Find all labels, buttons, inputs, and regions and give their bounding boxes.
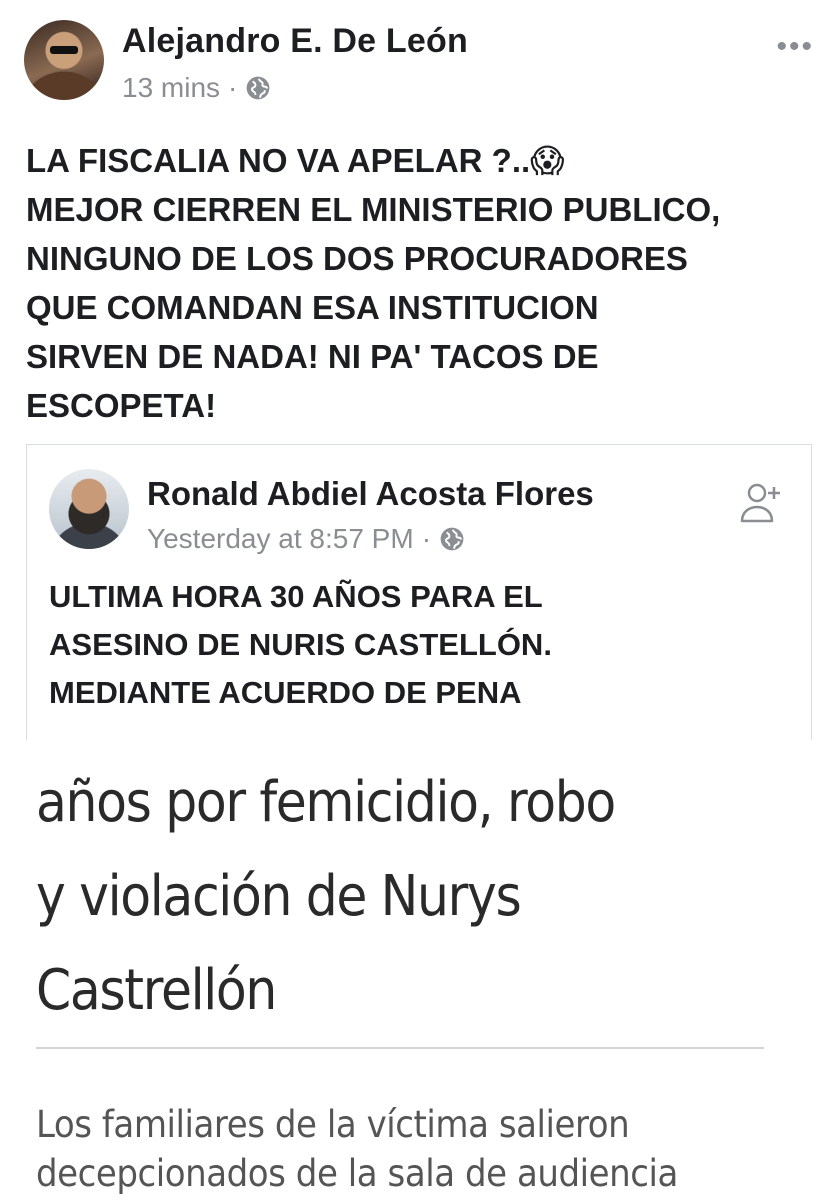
globe-icon: [247, 76, 270, 100]
shared-post-meta: Yesterday at 8:57 PM ·: [147, 523, 465, 555]
news-divider: [36, 1047, 764, 1049]
post-author-name[interactable]: Alejandro E. De León: [122, 22, 468, 61]
post-text-line: ESCOPETA!: [26, 387, 217, 424]
shared-author-avatar[interactable]: [49, 469, 129, 549]
body-line: decepcionados de la sala de audiencia: [36, 1152, 678, 1195]
body-line: Los familiares de la víctima salieron: [36, 1103, 630, 1146]
meta-separator: ·: [421, 523, 432, 554]
news-body: Los familiares de la víctima salieron de…: [36, 1100, 763, 1198]
shared-text-line: ASESINO DE NURIS CASTELLÓN.: [49, 627, 552, 662]
author-avatar[interactable]: [24, 20, 104, 100]
post-meta: 13 mins ·: [122, 72, 271, 104]
news-clipping-image[interactable]: Acuerdo de pena de 30 años por femicidio…: [0, 740, 836, 1200]
headline-line: Acuerdo de pena de 30: [36, 740, 747, 756]
shared-author-name[interactable]: Ronald Abdiel Acosta Flores: [147, 475, 594, 513]
post-text-line: QUE COMANDAN ESA INSTITUCION: [26, 289, 599, 326]
more-options-icon[interactable]: •••: [776, 30, 814, 64]
post-timestamp[interactable]: 13 mins: [122, 72, 220, 104]
globe-icon: [440, 527, 464, 551]
shared-text-line: MEDIANTE ACUERDO DE PENA: [49, 675, 522, 710]
facebook-post: Alejandro E. De León 13 mins · ••• LA FI…: [0, 0, 836, 741]
shared-post-timestamp[interactable]: Yesterday at 8:57 PM: [147, 523, 414, 555]
headline-line: Castrellón: [36, 958, 277, 1023]
headline-line: años por femicidio, robo: [36, 770, 616, 835]
post-text: LA FISCALIA NO VA APELAR ?..😱 MEJOR CIER…: [26, 136, 816, 430]
headline-line: y violación de Nurys: [36, 864, 522, 929]
post-text-line: LA FISCALIA NO VA APELAR ?..😱: [26, 142, 565, 179]
add-friend-icon[interactable]: [737, 479, 785, 527]
shared-text-line: ULTIMA HORA 30 AÑOS PARA EL: [49, 579, 543, 614]
shared-post-card[interactable]: Ronald Abdiel Acosta Flores Yesterday at…: [26, 444, 812, 741]
post-text-line: MEJOR CIERREN EL MINISTERIO PUBLICO,: [26, 191, 721, 228]
shared-post-text: ULTIMA HORA 30 AÑOS PARA EL ASESINO DE N…: [49, 573, 789, 717]
news-headline: Acuerdo de pena de 30 años por femicidio…: [36, 740, 747, 1038]
post-text-line: NINGUNO DE LOS DOS PROCURADORES: [26, 240, 688, 277]
meta-separator: ·: [228, 72, 238, 103]
post-text-line: SIRVEN DE NADA! NI PA' TACOS DE: [26, 338, 599, 375]
